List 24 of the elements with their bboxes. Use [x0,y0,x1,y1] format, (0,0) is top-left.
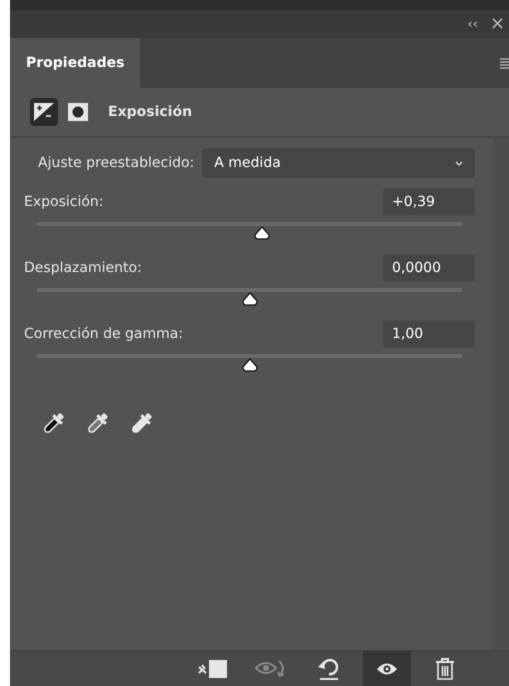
close-button[interactable]: × [490,15,505,33]
slider-label: Exposición: [24,192,104,212]
slider-thumb[interactable] [254,226,270,240]
menu-icon[interactable] [500,57,509,69]
adjustment-title: Exposición [108,102,192,122]
panel-tab[interactable]: Propiedades [10,38,140,88]
collapse-button[interactable]: ‹‹ [468,18,478,30]
trash-icon [435,657,455,681]
slider-thumb[interactable] [242,292,258,306]
eye-icon [376,661,398,677]
slider-thumb[interactable] [242,358,258,372]
mode-button[interactable] [30,98,58,126]
reset-icon [317,657,341,681]
value-field[interactable]: 0,0000 [383,254,475,282]
caret-icon [455,160,463,166]
clip-layer-icon [197,659,229,679]
toolbar-button[interactable] [363,651,411,686]
preset-dropdown[interactable]: A medida [202,148,475,178]
slider-label: Corrección de gamma: [24,324,184,344]
value-field[interactable]: +0,39 [383,188,475,216]
slider-label: Desplazamiento: [24,258,142,278]
preset-label: Ajuste preestablecido: [38,154,194,172]
mask-icon [68,103,88,121]
value-field[interactable]: 1,00 [383,320,475,348]
